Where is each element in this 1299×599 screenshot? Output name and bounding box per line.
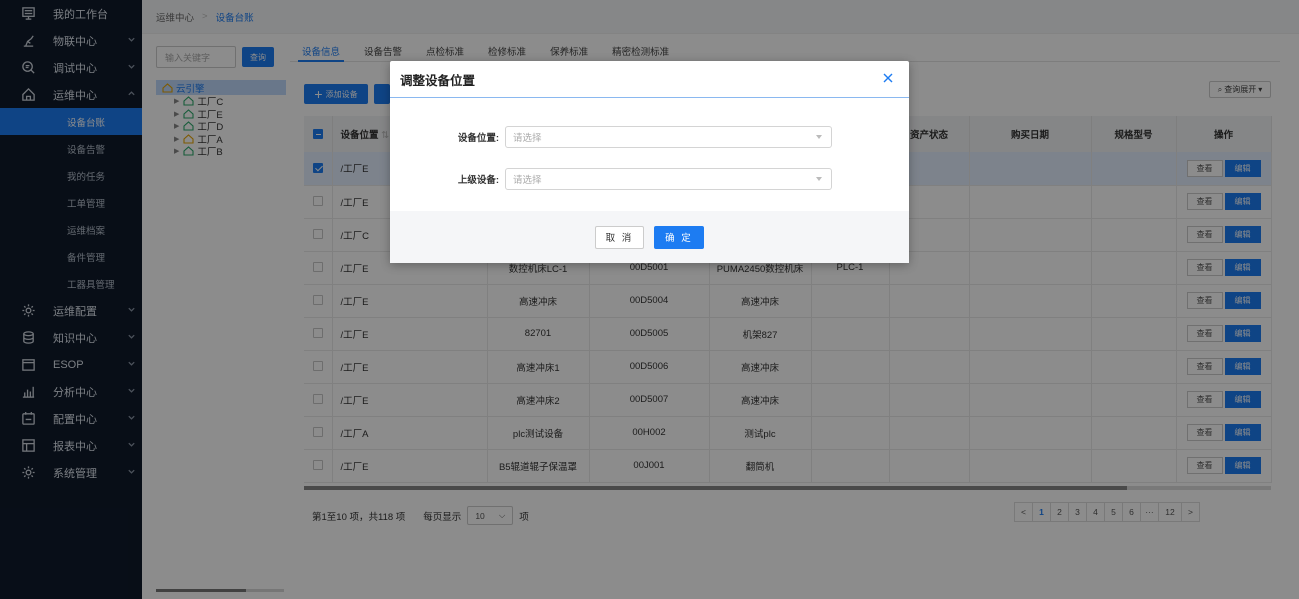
- parent-device-form-row: 上级设备: 请选择: [390, 168, 909, 190]
- close-icon[interactable]: [883, 73, 895, 85]
- confirm-button[interactable]: 确 定: [654, 225, 704, 249]
- caret-down-icon: [816, 177, 822, 181]
- location-select[interactable]: 请选择: [505, 126, 832, 148]
- adjust-location-dialog: 调整设备位置 设备位置: 请选择 上级设备: 请选择 取 消 确 定: [390, 61, 909, 263]
- location-form-row: 设备位置: 请选择: [390, 126, 909, 148]
- cancel-button[interactable]: 取 消: [595, 225, 644, 249]
- dialog-header: 调整设备位置: [390, 61, 909, 98]
- parent-device-select[interactable]: 请选择: [505, 168, 832, 190]
- parent-device-placeholder: 请选择: [513, 175, 542, 186]
- parent-device-label: 上级设备:: [457, 175, 499, 186]
- location-label: 设备位置:: [457, 133, 499, 144]
- dialog-title: 调整设备位置: [400, 73, 476, 88]
- dialog-footer: 取 消 确 定: [390, 211, 909, 263]
- caret-down-icon: [816, 135, 822, 139]
- location-placeholder: 请选择: [513, 133, 542, 144]
